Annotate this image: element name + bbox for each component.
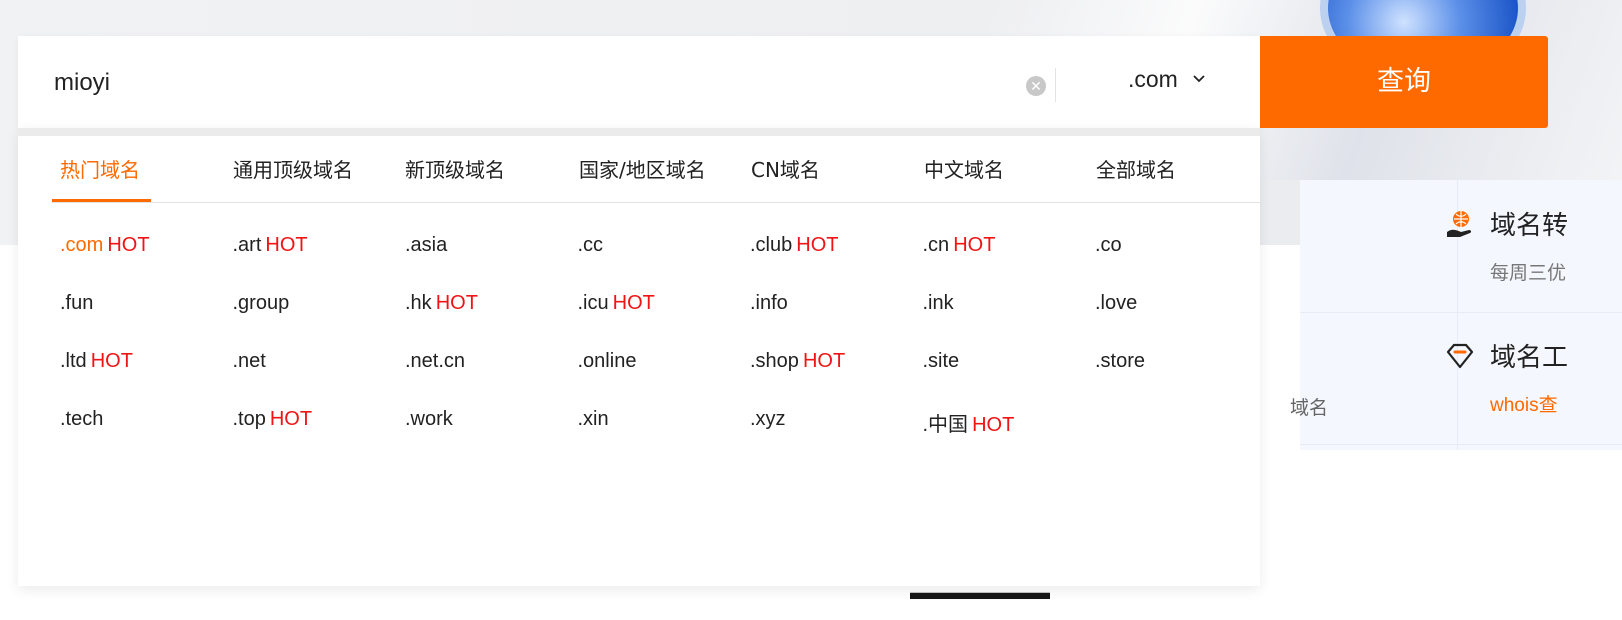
tab-generic-tld[interactable]: 通用顶级域名 [233, 154, 353, 183]
hot-badge: HOT [269, 408, 313, 430]
search-divider [1055, 68, 1056, 102]
domain-suffix-name: .online [577, 350, 637, 372]
hot-badge: HOT [953, 234, 996, 256]
domain-suffix-name: .ltd [60, 350, 87, 372]
domain-suffix-option[interactable]: .tech [60, 408, 103, 431]
domain-suffix-name: .ink [922, 292, 954, 314]
tab-all-domains[interactable]: 全部域名 [1096, 154, 1176, 183]
hot-badge: HOT [796, 234, 839, 256]
domain-suffix-option[interactable]: .hk HOT [405, 292, 478, 315]
domain-suffix-name: .中国 [922, 414, 969, 436]
feature-row [1300, 180, 1622, 313]
domain-suffix-option[interactable]: .中国 HOT [923, 408, 1015, 437]
domain-suffix-option[interactable]: .top HOT [233, 408, 313, 431]
domain-suffix-option[interactable]: .online [578, 350, 637, 373]
domain-suffix-name: .art [232, 234, 262, 256]
query-button[interactable]: 查询 [1260, 36, 1548, 128]
domain-suffix-name: .shop [750, 350, 799, 372]
feature-title: 域名工 [1490, 342, 1569, 372]
suffix-select[interactable]: .com [1128, 66, 1206, 102]
domain-suffix-name: .top [232, 408, 266, 430]
background-text-fragment: 域名 [1290, 398, 1329, 419]
domain-suffix-option[interactable]: .ink [923, 292, 954, 315]
domain-suffix-option[interactable]: .asia [405, 234, 447, 257]
active-tab-indicator [52, 199, 151, 202]
domain-suffix-name: .icu [577, 292, 609, 314]
domain-suffix-name: .xin [577, 408, 609, 430]
domain-suffix-option[interactable]: .cc [578, 234, 604, 257]
domain-suffix-option[interactable]: .fun [60, 292, 93, 315]
domain-suffix-name: .info [750, 292, 788, 314]
domain-suffix-option[interactable]: .xyz [750, 408, 786, 431]
domain-suffix-option[interactable]: .com HOT [60, 234, 150, 257]
domain-suffix-option[interactable]: .store [1095, 350, 1145, 373]
domain-suffix-name: .love [1095, 292, 1138, 314]
domain-suffix-option[interactable]: .net.cn [405, 350, 465, 373]
domain-suffix-name: .club [750, 234, 793, 256]
domain-suffix-name: .site [922, 350, 960, 372]
domain-suffix-name: .com [60, 234, 104, 256]
domain-suffix-option[interactable]: .icu HOT [578, 292, 655, 315]
domain-suffix-option[interactable]: .site [923, 350, 960, 373]
hot-badge: HOT [435, 292, 478, 314]
feature-subtitle: 每周三优 [1490, 263, 1567, 284]
chevron-down-icon [1193, 75, 1205, 83]
domain-suffix-option[interactable]: .art HOT [233, 234, 308, 257]
globe-hand-icon [1447, 211, 1472, 237]
tab-hot-domains[interactable]: 热门域名 [60, 154, 140, 183]
domain-suffix-name: .asia [405, 234, 448, 256]
hot-badge: HOT [107, 234, 150, 256]
clear-icon[interactable]: ✕ [1026, 76, 1046, 96]
domain-suffix-name: .net.cn [405, 350, 466, 372]
domain-suffix-option[interactable]: .love [1095, 292, 1137, 315]
hot-badge: HOT [802, 350, 846, 372]
domain-suffix-option[interactable]: .ltd HOT [60, 350, 133, 373]
domain-suffix-option[interactable]: .cn HOT [923, 234, 996, 257]
domain-suffix-option[interactable]: .xin [578, 408, 609, 431]
suffix-dropdown-panel: 热门域名 通用顶级域名 新顶级域名 国家/地区域名 CN域名 中文域名 全部域名… [18, 128, 1260, 586]
domain-suffix-option[interactable]: .club HOT [750, 234, 838, 257]
feature-domain-transfer[interactable]: 域名转 每周三优 [1490, 205, 1568, 285]
tab-cn-domains[interactable]: CN域名 [751, 154, 820, 183]
feature-subtitle: whois查 [1490, 395, 1558, 416]
background-heading-fragment [910, 592, 1050, 599]
feature-domain-tools[interactable]: 域名工 whois查 [1490, 337, 1568, 417]
domain-suffix-name: .cn [922, 234, 950, 256]
domain-search-bar: ✕ .com [18, 36, 1260, 128]
tab-new-tld[interactable]: 新顶级域名 [405, 154, 505, 183]
hot-badge: HOT [972, 414, 1015, 436]
domain-suffix-option[interactable]: .group [233, 292, 290, 315]
domain-suffix-option[interactable]: .net [233, 350, 266, 373]
domain-suffix-name: .xyz [750, 408, 786, 430]
category-tabs: 热门域名 通用顶级域名 新顶级域名 国家/地区域名 CN域名 中文域名 全部域名 [52, 136, 1260, 203]
domain-suffix-name: .store [1095, 350, 1146, 372]
domain-suffix-name: .group [232, 292, 290, 314]
domain-suffix-option[interactable]: .work [405, 408, 453, 431]
feature-title: 域名转 [1490, 210, 1569, 240]
suffix-select-value: .com [1128, 66, 1178, 92]
domain-suffix-option[interactable]: .shop HOT [750, 350, 845, 373]
domain-suffix-name: .tech [60, 408, 104, 430]
domain-suffix-name: .hk [405, 292, 432, 314]
tab-country-tld[interactable]: 国家/地区域名 [579, 154, 706, 183]
domain-search-input[interactable] [52, 60, 1016, 106]
domain-suffix-option[interactable]: .info [750, 292, 788, 315]
domain-suffix-name: .work [405, 408, 453, 430]
domain-suffix-name: .net [232, 350, 266, 372]
hot-badge: HOT [90, 350, 133, 372]
tab-chinese-domains[interactable]: 中文域名 [924, 154, 1004, 183]
hot-badge: HOT [265, 234, 308, 256]
gem-icon [1446, 343, 1474, 369]
domain-suffix-name: .cc [577, 234, 604, 256]
domain-suffix-name: .co [1095, 234, 1122, 256]
domain-suffix-name: .fun [60, 292, 94, 314]
hot-badge: HOT [612, 292, 655, 314]
domain-suffix-option[interactable]: .co [1095, 234, 1122, 257]
feature-row [1300, 312, 1622, 445]
